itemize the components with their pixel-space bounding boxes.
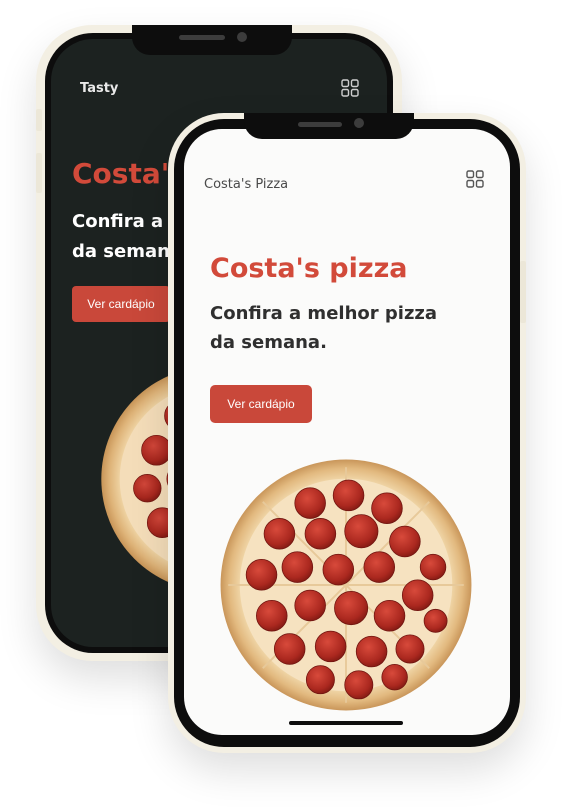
hero-subtitle-line: Confira a melhor pizza [210,303,438,324]
brand-logo[interactable]: Tasty [80,81,118,96]
speaker-grille [298,122,342,127]
hero-title: Costa's pizza [210,253,408,284]
side-button [36,109,42,131]
pizza-image [220,459,472,711]
view-menu-button[interactable]: Ver cardápio [210,385,312,423]
phone-mockup-light: Costa's Pizza Costa's pizza Confira a me… [168,113,526,753]
grid-icon[interactable] [341,79,359,97]
phone-screen-light: Costa's Pizza Costa's pizza Confira a me… [184,129,510,735]
home-indicator[interactable] [289,721,403,725]
view-menu-button[interactable]: Ver cardápio [72,286,170,322]
speaker-grille [179,35,225,40]
grid-icon[interactable] [466,170,484,188]
camera-icon [237,32,247,42]
camera-icon [354,118,364,128]
side-button [520,261,526,323]
hero-subtitle: Confira a melhor pizza da semana. [210,299,437,357]
hero-subtitle-line: da semana. [210,332,327,353]
brand-logo[interactable]: Costa's Pizza [204,177,288,192]
phone-notch [132,25,292,55]
side-button [36,153,42,193]
phone-notch [244,113,414,139]
